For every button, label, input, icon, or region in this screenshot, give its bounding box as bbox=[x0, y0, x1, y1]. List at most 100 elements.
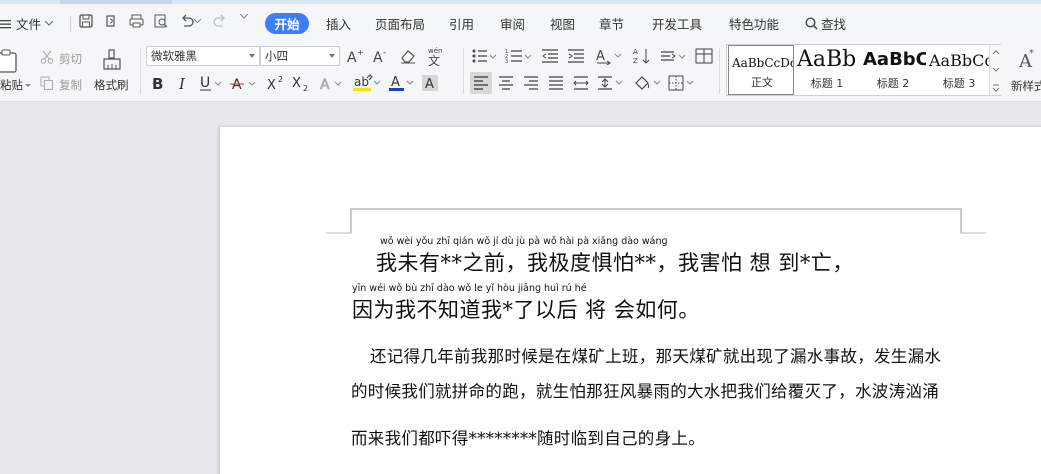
shrink-font-button[interactable]: A- bbox=[372, 47, 390, 65]
clipboard-icon bbox=[0, 49, 17, 73]
borders-button[interactable] bbox=[668, 74, 696, 92]
svg-text:2: 2 bbox=[303, 84, 308, 91]
export-pdf-button[interactable] bbox=[104, 14, 118, 28]
text-effect-button[interactable]: A bbox=[318, 74, 344, 92]
chevron-down-icon bbox=[45, 20, 54, 26]
strikethrough-button[interactable]: A bbox=[230, 74, 258, 92]
format-painter-icon bbox=[103, 49, 121, 70]
paste-label[interactable]: 粘贴 bbox=[0, 77, 31, 93]
tab-view[interactable]: 视图 bbox=[550, 14, 575, 33]
text-direction-button[interactable]: A bbox=[594, 47, 624, 65]
svg-text:A: A bbox=[320, 77, 330, 91]
distributed-button[interactable] bbox=[572, 74, 590, 92]
line-spacing-icon bbox=[661, 51, 686, 61]
copy-label: 复制 bbox=[59, 78, 82, 92]
tab-page-layout[interactable]: 页面布局 bbox=[375, 14, 425, 33]
chevron-down-icon bbox=[329, 54, 335, 58]
style-heading-1-sample: AaBb bbox=[797, 47, 857, 72]
svg-text:X: X bbox=[267, 78, 276, 91]
svg-text:文: 文 bbox=[428, 53, 440, 66]
undo-button[interactable] bbox=[180, 14, 201, 28]
quick-access-customize[interactable] bbox=[240, 14, 248, 20]
cut-button[interactable] bbox=[40, 50, 54, 64]
file-menu[interactable]: 文件 bbox=[0, 14, 54, 33]
highlighter-icon: ab bbox=[353, 74, 381, 91]
eraser-icon bbox=[401, 50, 415, 64]
char-shading-button[interactable]: A bbox=[420, 74, 440, 92]
printer-icon bbox=[129, 14, 144, 28]
svg-text:A: A bbox=[373, 50, 383, 64]
svg-text:2: 2 bbox=[278, 75, 283, 84]
char-shading-icon: A bbox=[422, 75, 438, 92]
text-effect-icon: A bbox=[320, 77, 342, 91]
print-preview-button[interactable] bbox=[154, 14, 169, 28]
tab-references[interactable]: 引用 bbox=[449, 14, 474, 33]
underline-button[interactable]: U bbox=[198, 74, 224, 92]
subscript-button[interactable]: X2 bbox=[291, 74, 311, 92]
shading-button[interactable] bbox=[633, 74, 663, 92]
divider bbox=[719, 48, 720, 94]
superscript-button[interactable]: X2 bbox=[266, 74, 286, 92]
sort-button[interactable]: AZ bbox=[632, 47, 652, 65]
style-normal[interactable]: AaBbCcDd 正文 bbox=[728, 45, 794, 95]
svg-text:A: A bbox=[596, 49, 605, 64]
new-style-label: 新样式 bbox=[1011, 79, 1041, 93]
align-center-button[interactable] bbox=[497, 74, 515, 92]
search-tab[interactable]: 查找 bbox=[805, 14, 846, 33]
align-left-button[interactable] bbox=[470, 72, 492, 94]
justify-button[interactable] bbox=[547, 74, 565, 92]
align-right-icon bbox=[524, 76, 538, 90]
font-name-select[interactable]: 微软雅黑 bbox=[146, 46, 260, 66]
style-heading-3[interactable]: AaBbCc 标题 3 bbox=[926, 45, 992, 95]
style-heading-3-name: 标题 3 bbox=[942, 77, 976, 90]
decrease-indent-button[interactable] bbox=[541, 47, 559, 65]
font-size-select[interactable]: 小四 bbox=[260, 46, 340, 66]
hanzi-line-2: 因为我不知道我*了以后 将 会如何。 bbox=[352, 298, 700, 322]
tab-chapter[interactable]: 章节 bbox=[599, 14, 624, 33]
pinyin-line-1: wǒ wèi yǒu zhī qián wǒ jí dù jù pà wǒ hà… bbox=[380, 236, 668, 247]
style-heading-1[interactable]: AaBb 标题 1 bbox=[794, 45, 860, 95]
align-right-button[interactable] bbox=[522, 74, 540, 92]
increase-indent-button[interactable] bbox=[567, 47, 585, 65]
format-painter-button[interactable] bbox=[100, 48, 124, 72]
pdf-icon bbox=[106, 15, 115, 27]
pinyin-guide-icon: wén文 bbox=[428, 47, 442, 66]
paragraph-spacing-icon bbox=[598, 76, 623, 90]
italic-button[interactable]: I bbox=[174, 74, 192, 92]
tab-review[interactable]: 审阅 bbox=[500, 14, 525, 33]
tab-insert[interactable]: 插入 bbox=[326, 14, 351, 33]
style-heading-3-sample: AaBbCc bbox=[929, 51, 992, 70]
search-icon bbox=[805, 17, 818, 30]
redo-button[interactable] bbox=[213, 14, 227, 28]
pinyin-line-2: yīn wéi wǒ bù zhī dào wǒ le yǐ hòu jiānɡ… bbox=[352, 283, 587, 294]
distribute-icon bbox=[573, 76, 589, 90]
style-heading-2[interactable]: AaBbC 标题 2 bbox=[860, 45, 926, 95]
paste-button[interactable] bbox=[0, 48, 22, 74]
svg-text:3: 3 bbox=[505, 59, 508, 64]
new-style-button[interactable]: A * bbox=[1013, 46, 1041, 72]
styles-scroller[interactable] bbox=[989, 45, 1001, 95]
save-button[interactable] bbox=[79, 14, 93, 28]
paragraph-line-1: 还记得几年前我那时候是在煤矿上班，那天煤矿就出现了漏水事故，发生漏水 bbox=[370, 347, 942, 366]
tab-home[interactable]: 开始 bbox=[265, 13, 309, 34]
table-button[interactable] bbox=[694, 47, 714, 65]
bullets-button[interactable] bbox=[471, 47, 497, 65]
clear-format-button[interactable] bbox=[398, 47, 418, 65]
font-color-button[interactable]: A bbox=[388, 74, 416, 92]
divider bbox=[140, 48, 141, 94]
grow-font-button[interactable]: A + bbox=[346, 47, 364, 65]
print-button[interactable] bbox=[129, 14, 144, 28]
highlight-button[interactable]: ab bbox=[352, 74, 382, 92]
numbering-button[interactable]: 123 bbox=[505, 47, 533, 65]
line-spacing-button[interactable] bbox=[660, 47, 688, 65]
paragraph-spacing-button[interactable] bbox=[597, 74, 625, 92]
tab-special-features[interactable]: 特色功能 bbox=[729, 14, 779, 33]
copy-icon bbox=[40, 76, 53, 90]
tab-developer[interactable]: 开发工具 bbox=[652, 14, 702, 33]
svg-text:ab: ab bbox=[354, 75, 369, 89]
borders-icon bbox=[668, 75, 694, 91]
bold-button[interactable]: B bbox=[148, 74, 166, 92]
hamburger-icon bbox=[0, 19, 11, 28]
phonetic-guide-button[interactable]: wén 文 bbox=[426, 46, 448, 66]
copy-button[interactable] bbox=[40, 76, 54, 90]
